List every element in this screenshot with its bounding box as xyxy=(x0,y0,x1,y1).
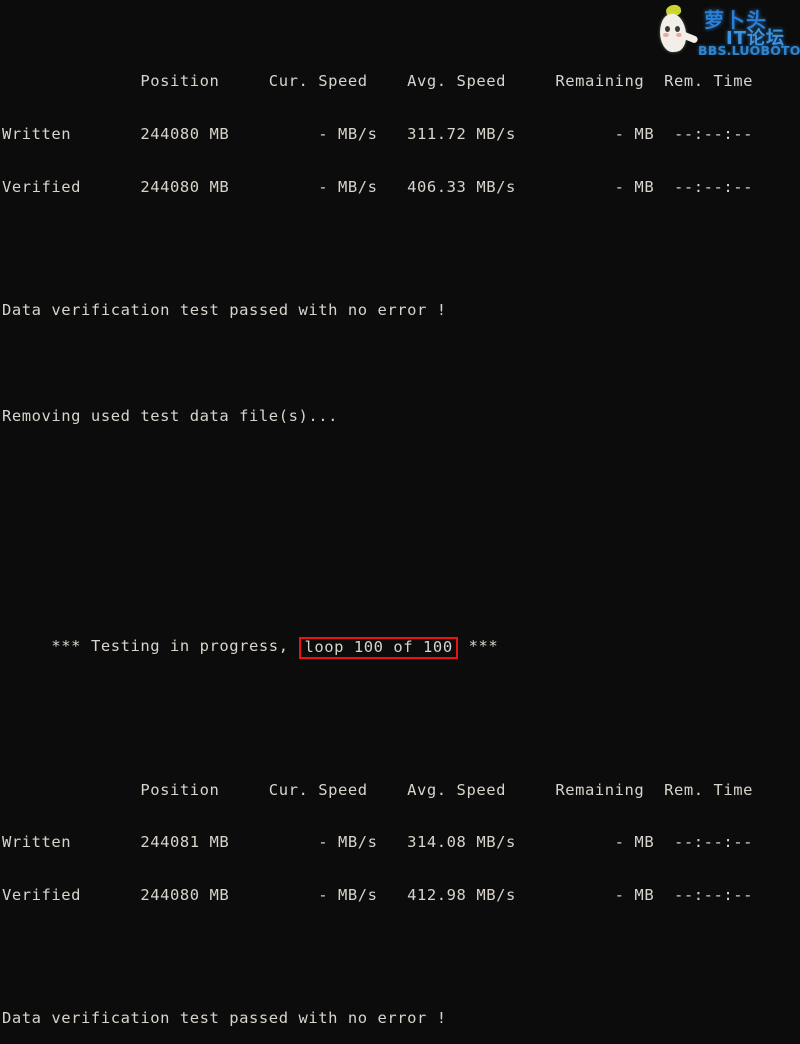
table-header-row-2: Position Cur. Speed Avg. Speed Remaining… xyxy=(2,780,754,799)
removing-files-message: Removing used test data file(s)... xyxy=(2,406,338,425)
status-suffix: *** xyxy=(458,637,499,656)
verification-message-1: Data verification test passed with no er… xyxy=(2,301,447,320)
console-output: Position Cur. Speed Avg. Speed Remaining… xyxy=(0,0,800,1027)
verification-message-2: Data verification test passed with no er… xyxy=(2,1009,447,1028)
status-prefix: *** Testing in progress, xyxy=(41,637,299,656)
loop-counter-badge: loop 100 of 100 xyxy=(299,637,458,660)
table-row: Written 244081 MB - MB/s 314.08 MB/s - M… xyxy=(2,833,754,852)
table-row: Verified 244080 MB - MB/s 412.98 MB/s - … xyxy=(2,886,754,905)
table-header-row-1: Position Cur. Speed Avg. Speed Remaining… xyxy=(2,72,754,91)
table-row: Verified 244080 MB - MB/s 406.33 MB/s - … xyxy=(2,177,754,196)
table-row: Written 244080 MB - MB/s 311.72 MB/s - M… xyxy=(2,125,754,144)
testing-progress-status: *** Testing in progress, loop 100 of 100… xyxy=(2,619,800,660)
